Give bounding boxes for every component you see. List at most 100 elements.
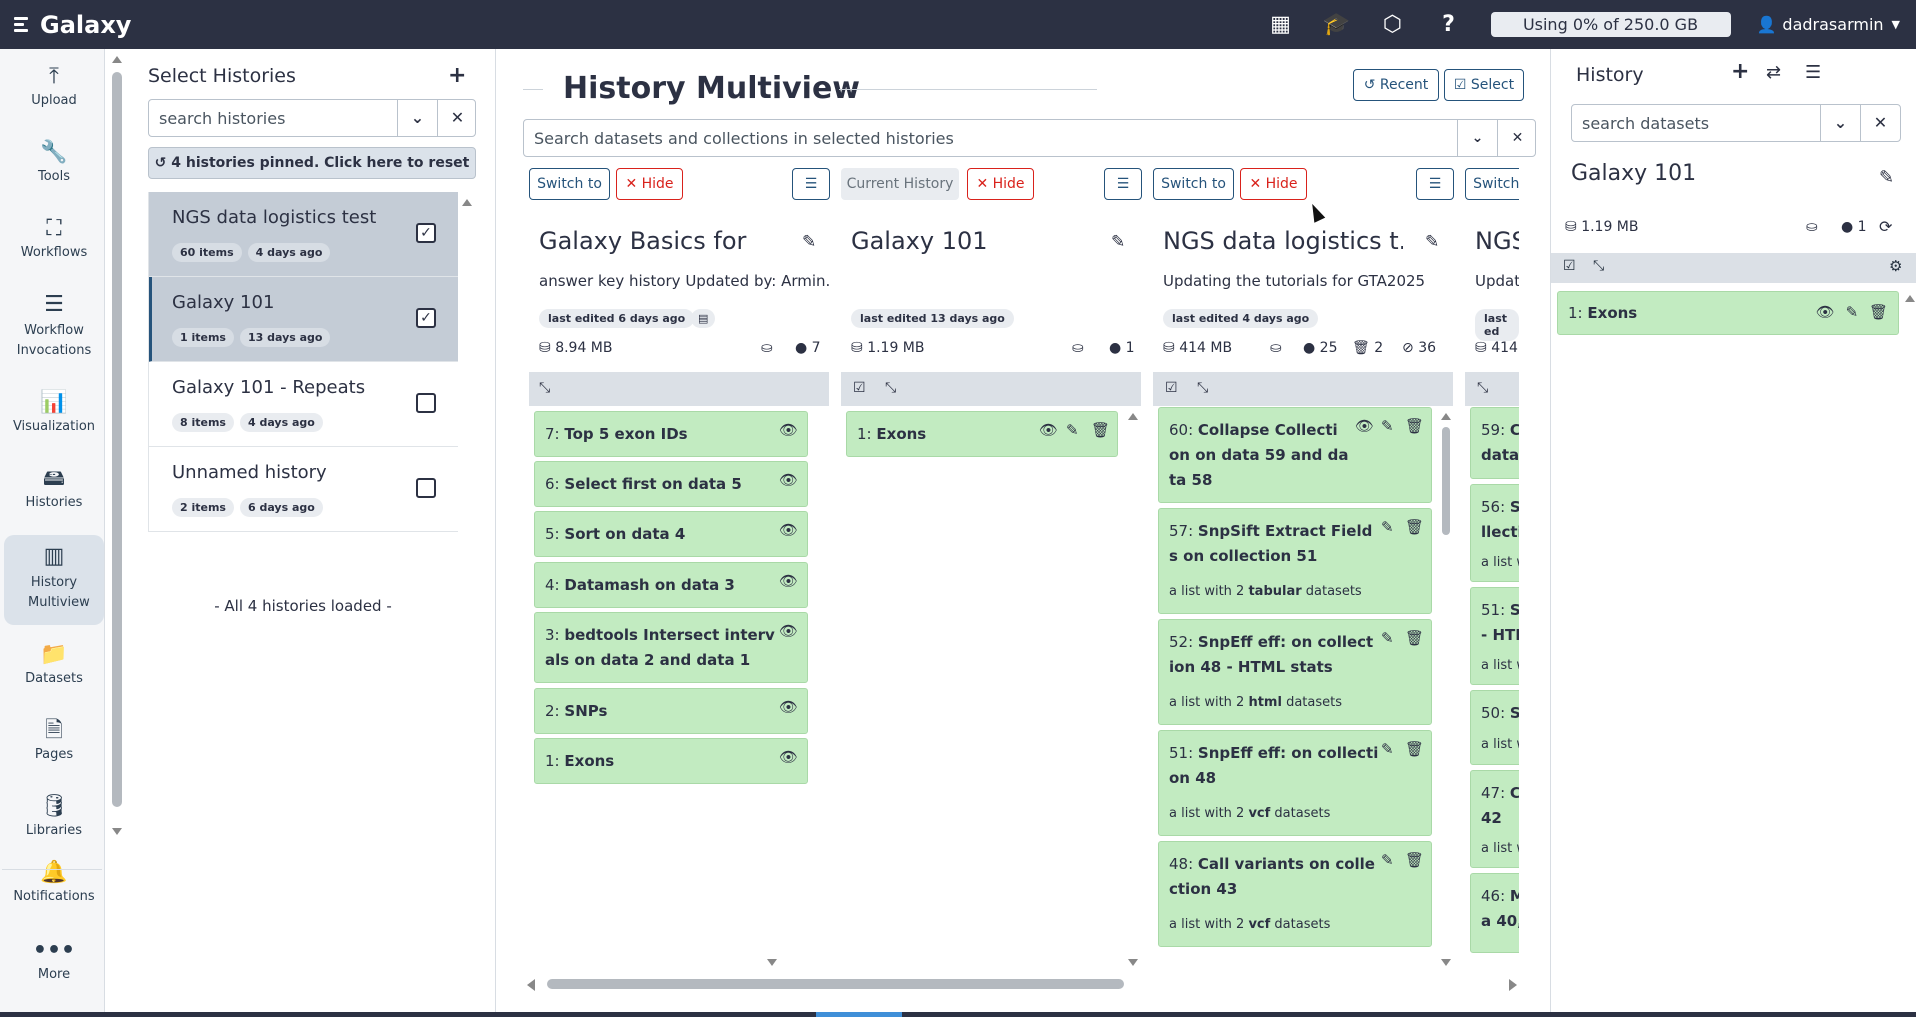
eye-icon[interactable]: 👁 [779, 521, 798, 539]
collapse-icon[interactable]: ⤡ [1197, 380, 1208, 396]
column-scrollbar[interactable] [1440, 413, 1452, 973]
pinned-reset-button[interactable]: ↺ 4 histories pinned. Click here to rese… [148, 147, 476, 179]
pencil-icon[interactable]: ✎ [1381, 417, 1394, 435]
collapse-icon[interactable]: ⤡ [1593, 258, 1604, 274]
trash-icon[interactable]: 🗑 [1091, 421, 1110, 439]
scroll-up-arrow-icon[interactable] [1128, 413, 1138, 420]
dataset-item[interactable]: 59: Co data 5 [1470, 407, 1519, 479]
grid-icon[interactable]: ▦ [1253, 0, 1309, 49]
dataset-collection-item[interactable]: 60: Collapse Collecti on on data 59 and d… [1158, 407, 1432, 503]
user-menu[interactable]: 👤 dadrasarmin ▼ [1757, 15, 1901, 34]
hide-button[interactable]: ✕ Hide [616, 168, 683, 200]
eye-icon[interactable]: 👁 [779, 698, 798, 716]
dataset-item[interactable]: 1: Exons 👁 ✎ 🗑 [1557, 291, 1899, 335]
activity-upload[interactable]: ⤒ Upload [4, 63, 104, 108]
history-list-item-current[interactable]: Galaxy 101 1 items 13 days ago ✓ [148, 277, 458, 362]
recent-button[interactable]: ↺ Recent [1353, 69, 1439, 101]
new-history-button[interactable]: + [448, 63, 466, 88]
eye-icon[interactable]: 👁 [1816, 303, 1835, 321]
eye-icon[interactable]: 👁 [779, 572, 798, 590]
dataset-collection-item[interactable]: 51: SnpEff eff: on collecti on 48 ✎ 🗑 a l… [1158, 730, 1432, 836]
activity-tools[interactable]: 🔧 Tools [4, 139, 104, 184]
select-button[interactable]: ☑ Select [1444, 69, 1524, 101]
history-options-button[interactable]: ☰ [1104, 168, 1142, 200]
history-options-icon[interactable]: ☰ [1805, 62, 1821, 83]
history-options-button[interactable]: ☰ [1416, 168, 1454, 200]
history-size[interactable]: ⛁ 8.94 MB [539, 340, 613, 356]
pin-counter[interactable]: ● 25 [1303, 340, 1338, 356]
trash-icon[interactable]: 🗑 [1405, 629, 1424, 647]
trash-icon[interactable]: 🗑 [1405, 417, 1424, 435]
history-size[interactable]: ⛁ 1.19 MB [1565, 219, 1639, 235]
dataset-item[interactable]: 46: Ma 40, [1470, 873, 1519, 953]
select-all-checkbox-icon[interactable]: ☑ [853, 380, 866, 396]
archive-icon[interactable]: ▤ [691, 309, 716, 328]
trash-icon[interactable]: 🗑 [1405, 740, 1424, 758]
deleted-counter[interactable]: 🗑 2 [1352, 340, 1383, 356]
advanced-search-toggle[interactable]: ⌄ [1820, 105, 1860, 141]
scroll-down-arrow-icon[interactable] [1128, 959, 1138, 966]
scroll-right-arrow-icon[interactable] [1509, 979, 1517, 991]
history-checkbox[interactable]: ✓ [416, 223, 436, 243]
dataset-item[interactable]: 56: Sn llecti a list w [1470, 484, 1519, 582]
graduation-cap-icon[interactable]: 🎓 [1309, 0, 1365, 49]
pencil-icon[interactable]: ✎ [1381, 740, 1394, 758]
activity-workflows[interactable]: ⛶ Workflows [4, 215, 104, 260]
dataset-item[interactable]: 4: Datamash on data 3 👁 [534, 562, 808, 608]
advanced-search-toggle[interactable]: ⌄ [397, 100, 437, 136]
trash-icon[interactable]: 🗑 [1869, 303, 1888, 321]
pencil-icon[interactable]: ✎ [1381, 851, 1394, 869]
dataset-collection-item[interactable]: 48: Call variants on colle ction 43 ✎ 🗑 a… [1158, 841, 1432, 947]
collapse-icon[interactable]: ⤡ [1477, 380, 1488, 396]
dataset-item[interactable]: 1: Exons 👁 ✎ 🗑 [846, 411, 1118, 457]
horizontal-scrollbar[interactable] [527, 979, 1517, 991]
refresh-icon[interactable]: ⟳ [1879, 217, 1892, 236]
dataset-item[interactable]: 5: Sort on data 4 👁 [534, 511, 808, 557]
activity-datasets[interactable]: 📁 Datasets [4, 641, 104, 686]
pencil-icon[interactable]: ✎ [1381, 629, 1394, 647]
history-list-item[interactable]: Galaxy 101 - Repeats 8 items 4 days ago [148, 362, 458, 447]
history-checkbox[interactable] [416, 478, 436, 498]
storage-icon[interactable]: ⛀ [761, 340, 773, 356]
pin-counter[interactable]: ● 7 [795, 340, 821, 356]
scroll-down-arrow-icon[interactable] [112, 828, 122, 835]
dataset-item[interactable]: 2: SNPs 👁 [534, 688, 808, 734]
history-size[interactable]: ⛁ 1.19 MB [851, 340, 925, 356]
activity-pages[interactable]: 🗎 Pages [4, 717, 104, 762]
storage-icon[interactable]: ⛀ [1806, 219, 1818, 235]
dataset-item[interactable]: 47: Ca 42 a list w [1470, 770, 1519, 868]
history-list-item[interactable]: Unnamed history 2 items 6 days ago [148, 447, 458, 532]
scrollbar-thumb[interactable] [547, 979, 1124, 989]
pin-counter[interactable]: ● 1 [1109, 340, 1135, 356]
pencil-icon[interactable]: ✎ [1066, 421, 1079, 439]
pencil-icon[interactable]: ✎ [802, 232, 816, 252]
quota-meter[interactable]: Using 0% of 250.0 GB [1490, 12, 1731, 37]
history-checkbox[interactable]: ✓ [416, 308, 436, 328]
history-list-item[interactable]: NGS data logistics test 60 items 4 days … [148, 192, 458, 277]
multiview-search-input[interactable]: Search datasets and collections in selec… [523, 119, 1536, 157]
activity-history-multiview[interactable]: ▥ History Multiview [4, 535, 104, 625]
scroll-down-arrow-icon[interactable] [767, 959, 777, 966]
history-size[interactable]: ⛁ 414 MB [1163, 340, 1232, 356]
dataset-collection-item[interactable]: 57: SnpSift Extract Field s on collection… [1158, 508, 1432, 614]
activity-notifications[interactable]: 🔔 Notifications [4, 859, 104, 904]
activity-visualization[interactable]: 📊 Visualization [4, 389, 104, 434]
hide-button[interactable]: ✕ Hide [1240, 168, 1307, 200]
scroll-up-arrow-icon[interactable] [1441, 413, 1451, 420]
dataset-item[interactable]: 51: Sn - HTM a list w [1470, 587, 1519, 685]
brand-logo[interactable]: Galaxy [14, 11, 131, 39]
eye-icon[interactable]: 👁 [1355, 417, 1374, 435]
dataset-item[interactable]: 3: bedtools Intersect interv als on data … [534, 612, 808, 683]
new-history-button[interactable]: + [1731, 59, 1749, 84]
activity-histories[interactable]: 🖴 Histories [4, 465, 104, 510]
clear-search-button[interactable]: ✕ [437, 100, 477, 136]
scroll-up-arrow-icon[interactable] [112, 56, 122, 63]
collapse-icon[interactable]: ⤡ [885, 380, 896, 396]
dataset-collection-item[interactable]: 52: SnpEff eff: on collect ion 48 - HTML … [1158, 619, 1432, 725]
collapse-icon[interactable]: ⤡ [539, 380, 550, 396]
activity-more[interactable]: ••• More [4, 937, 104, 982]
scrollbar-thumb[interactable] [1442, 427, 1450, 535]
hide-button[interactable]: ✕ Hide [967, 168, 1034, 200]
dataset-item[interactable]: 7: Top 5 exon IDs 👁 [534, 411, 808, 457]
pencil-icon[interactable]: ✎ [1879, 167, 1894, 188]
